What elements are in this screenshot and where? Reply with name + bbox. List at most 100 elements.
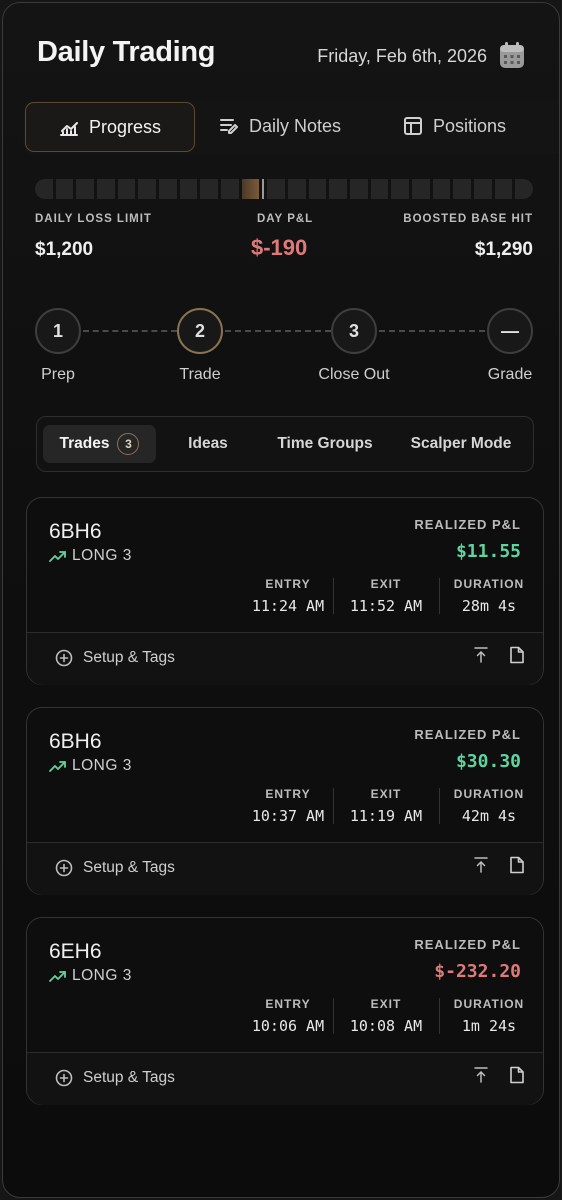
document-icon[interactable]: [509, 646, 525, 664]
progress-segment: [412, 179, 430, 199]
header: Daily Trading Friday, Feb 6th, 2026: [3, 3, 559, 103]
realized-pnl-value: $30.30: [455, 751, 521, 772]
tab-label: Progress: [88, 116, 162, 137]
step-close-out[interactable]: 3: [331, 308, 377, 354]
progress-stats: DAILY LOSS LIMIT $1,200 DAY P&L $-190 BO…: [35, 211, 533, 271]
subtab-scalper-mode[interactable]: Scalper Mode: [399, 417, 523, 471]
setup-tags-label: Setup & Tags: [83, 649, 175, 666]
progress-segment: [370, 179, 389, 199]
realized-pnl-value: $-232.20: [434, 961, 521, 982]
progress-segment: [494, 179, 513, 199]
progress-segment: [391, 179, 410, 199]
entry-label: ENTRY: [265, 577, 311, 591]
share-upload-icon[interactable]: [473, 646, 489, 664]
exit-label: EXIT: [370, 787, 402, 801]
step-number: —: [501, 320, 519, 341]
trend-up-icon: [49, 761, 66, 772]
column-divider: [439, 998, 440, 1034]
card-footer: Setup & Tags: [27, 632, 543, 685]
tab-label: Daily Notes: [249, 115, 342, 136]
date-label: Friday, Feb 6th, 2026: [317, 46, 487, 66]
subtab-trades[interactable]: Trades 3: [43, 425, 156, 463]
calendar-icon[interactable]: [499, 41, 525, 69]
boosted-base-hit-label: BOOSTED BASE HIT: [403, 213, 533, 225]
trade-symbol: 6BH6: [49, 730, 102, 753]
setup-tags-button[interactable]: Setup & Tags: [55, 649, 175, 667]
step-label-trade: Trade: [179, 366, 221, 383]
progress-segment: [267, 179, 286, 199]
subtab-ideas[interactable]: Ideas: [165, 417, 251, 471]
trade-card[interactable]: 6BH6 LONG 3 REALIZED P&L $11.55 ENTRY 11…: [26, 497, 544, 685]
exit-time: 11:52 AM: [349, 597, 423, 615]
setup-tags-button[interactable]: Setup & Tags: [55, 1069, 175, 1087]
column-divider: [333, 788, 334, 824]
progress-segment: [179, 179, 198, 199]
tab-label: Positions: [433, 115, 507, 136]
progress-segment: [97, 179, 115, 199]
exit-time: 11:19 AM: [349, 807, 423, 825]
main-tabs: Progress Daily Notes Positions: [23, 100, 559, 154]
notes-pencil-icon: [220, 119, 238, 134]
step-connector: [83, 330, 177, 332]
progress-segment: [432, 179, 451, 199]
plus-circle-icon: [55, 859, 73, 877]
duration-value: 42m 4s: [461, 807, 517, 825]
daily-loss-limit-label: DAILY LOSS LIMIT: [35, 213, 152, 225]
setup-tags-label: Setup & Tags: [83, 859, 175, 876]
progress-segment: [350, 179, 368, 199]
column-divider: [439, 578, 440, 614]
progress-segment: [453, 179, 472, 199]
duration-label: DURATION: [453, 787, 525, 801]
trend-up-icon: [49, 551, 66, 562]
plus-circle-icon: [55, 649, 73, 667]
progress-segment: [200, 179, 219, 199]
step-grade[interactable]: —: [487, 308, 533, 354]
step-connector: [379, 330, 485, 332]
page-title: Daily Trading: [37, 36, 216, 68]
setup-tags-button[interactable]: Setup & Tags: [55, 859, 175, 877]
trend-up-icon: [49, 971, 66, 982]
tab-daily-notes[interactable]: Daily Notes: [219, 100, 341, 152]
trade-symbol: 6EH6: [49, 940, 102, 963]
progress-segment: [329, 179, 348, 199]
card-footer: Setup & Tags: [27, 1052, 543, 1105]
column-divider: [333, 578, 334, 614]
step-prep[interactable]: 1: [35, 308, 81, 354]
day-pnl-value: $-190: [251, 235, 308, 260]
document-icon[interactable]: [509, 1066, 525, 1084]
progress-segment-current: [241, 179, 260, 199]
progress-segment: [474, 179, 492, 199]
trade-card[interactable]: 6EH6 LONG 3 REALIZED P&L $-232.20 ENTRY …: [26, 917, 544, 1105]
duration-label: DURATION: [453, 997, 525, 1011]
direction-label: LONG 3: [72, 547, 132, 564]
realized-pnl-label: REALIZED P&L: [414, 727, 521, 742]
trade-card[interactable]: 6BH6 LONG 3 REALIZED P&L $30.30 ENTRY 10…: [26, 707, 544, 895]
share-upload-icon[interactable]: [473, 856, 489, 874]
document-icon[interactable]: [509, 856, 525, 874]
progress-bar: [35, 179, 533, 199]
card-footer: Setup & Tags: [27, 842, 543, 895]
trade-direction: LONG 3: [49, 967, 132, 985]
step-number: 2: [194, 320, 205, 341]
step-label-prep: Prep: [41, 366, 75, 383]
subtab-time-groups[interactable]: Time Groups: [263, 417, 387, 471]
progress-segment: [35, 179, 53, 199]
tab-progress[interactable]: Progress: [25, 102, 195, 152]
entry-label: ENTRY: [265, 787, 311, 801]
progress-segment: [76, 179, 95, 199]
progress-segment: [117, 179, 136, 199]
trade-symbol: 6BH6: [49, 520, 102, 543]
day-pnl-label: DAY P&L: [257, 213, 314, 225]
tab-positions[interactable]: Positions: [403, 100, 506, 152]
trade-subtabs: Trades 3 Ideas Time Groups Scalper Mode: [36, 416, 534, 472]
step-trade[interactable]: 2: [177, 308, 223, 354]
subtab-label: Trades: [59, 435, 110, 452]
trade-direction: LONG 3: [49, 757, 132, 775]
plus-circle-icon: [55, 1069, 73, 1087]
direction-label: LONG 3: [72, 757, 132, 774]
trades-count-badge: 3: [117, 433, 140, 455]
chart-line-icon: [59, 122, 78, 136]
share-upload-icon[interactable]: [473, 1066, 489, 1084]
trade-direction: LONG 3: [49, 547, 132, 565]
step-number: 1: [52, 320, 63, 341]
